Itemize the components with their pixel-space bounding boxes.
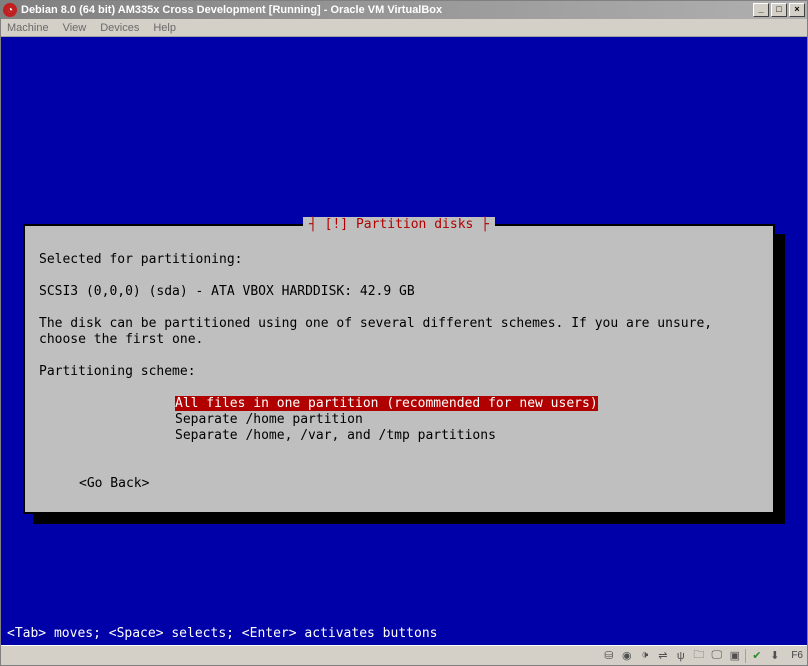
guest-additions-icon[interactable]: ✔ xyxy=(749,648,764,663)
menu-machine[interactable]: Machine xyxy=(7,22,49,34)
dialog-description: The disk can be partitioned using one of… xyxy=(39,316,712,347)
host-key-icon[interactable]: ⬇ xyxy=(767,648,782,663)
option-list: All files in one partition (recommended … xyxy=(175,396,759,444)
display-icon[interactable]: 🖵 xyxy=(709,648,724,663)
shared-folder-icon[interactable]: 🗀 xyxy=(691,648,706,663)
window-title: Debian 8.0 (64 bit) AM335x Cross Develop… xyxy=(21,4,751,16)
go-back-button[interactable]: <Go Back> xyxy=(79,476,149,491)
menu-devices[interactable]: Devices xyxy=(100,22,139,34)
statusbar: ⛁ ◉ 🕩 ⇌ ψ 🗀 🖵 ▣ ✔ ⬇ F6 xyxy=(1,645,807,665)
titlebar[interactable]: ◔ Debian 8.0 (64 bit) AM335x Cross Devel… xyxy=(1,1,807,19)
vbox-window: ◔ Debian 8.0 (64 bit) AM335x Cross Devel… xyxy=(0,0,808,666)
option-separate-home-var-tmp[interactable]: Separate /home, /var, and /tmp partition… xyxy=(175,428,496,443)
menubar: Machine View Devices Help xyxy=(1,19,807,37)
window-controls: _ □ × xyxy=(751,3,805,17)
status-separator xyxy=(745,649,746,663)
network-icon[interactable]: ⇌ xyxy=(655,648,670,663)
close-button[interactable]: × xyxy=(789,3,805,17)
maximize-button[interactable]: □ xyxy=(771,3,787,17)
optical-icon[interactable]: ◉ xyxy=(619,648,634,663)
option-all-files[interactable]: All files in one partition (recommended … xyxy=(175,396,598,411)
app-icon: ◔ xyxy=(3,3,17,17)
partition-dialog: ┤ [!] Partition disks ├ Selected for par… xyxy=(23,224,775,514)
menu-view[interactable]: View xyxy=(63,22,87,34)
dialog-title: ┤ [!] Partition disks ├ xyxy=(303,217,495,232)
audio-icon[interactable]: 🕩 xyxy=(637,648,652,663)
host-key-label: F6 xyxy=(791,650,803,661)
scheme-label: Partitioning scheme: xyxy=(39,364,196,379)
usb-icon[interactable]: ψ xyxy=(673,648,688,663)
hint-bar: <Tab> moves; <Space> selects; <Enter> ac… xyxy=(1,624,807,645)
dialog-heading: Selected for partitioning: xyxy=(39,252,243,267)
minimize-button[interactable]: _ xyxy=(753,3,769,17)
menu-help[interactable]: Help xyxy=(153,22,176,34)
hdd-icon[interactable]: ⛁ xyxy=(601,648,616,663)
option-separate-home[interactable]: Separate /home partition xyxy=(175,412,363,427)
recording-icon[interactable]: ▣ xyxy=(727,648,742,663)
device-line: SCSI3 (0,0,0) (sda) - ATA VBOX HARDDISK:… xyxy=(39,284,415,299)
vm-viewport[interactable]: ┤ [!] Partition disks ├ Selected for par… xyxy=(1,37,807,645)
